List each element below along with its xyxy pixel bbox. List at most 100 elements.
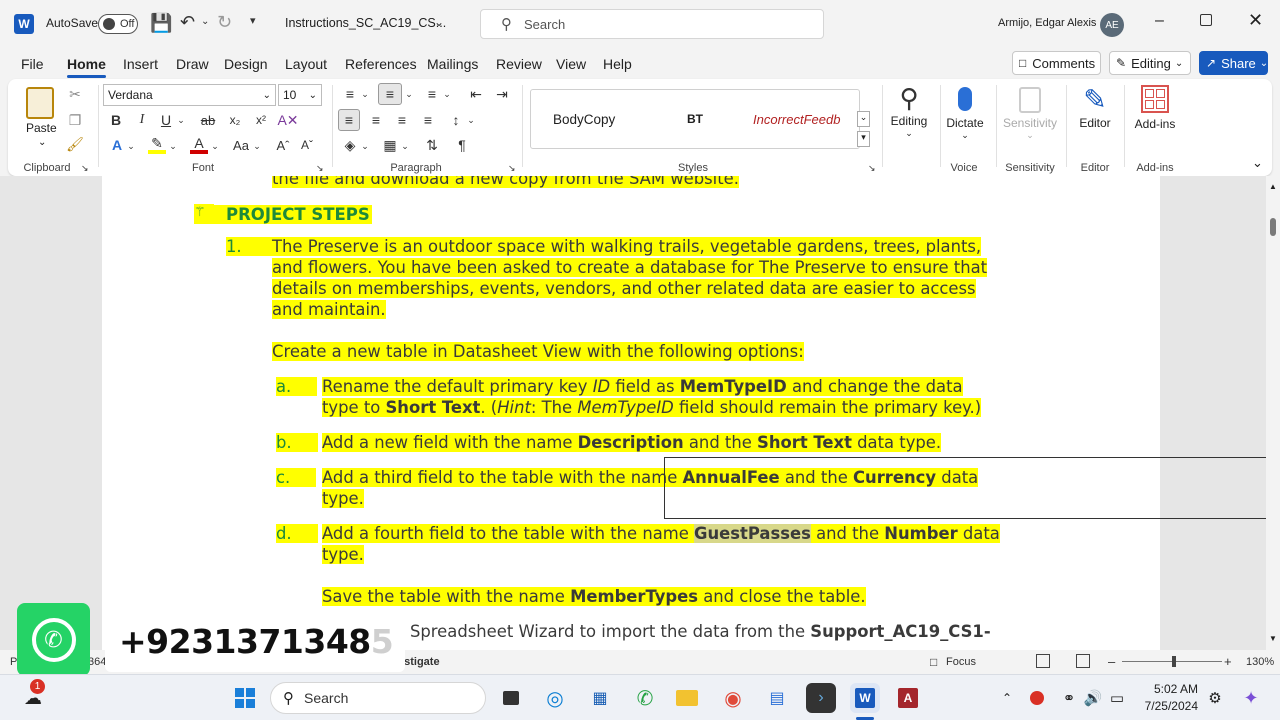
numbering-chevron-down-icon[interactable]: ⌄ — [404, 87, 414, 101]
borders-chevron-down-icon[interactable]: ⌄ — [400, 139, 410, 153]
clock-time[interactable]: 5:02 AM — [1142, 682, 1198, 696]
word-taskbar-icon[interactable]: W — [850, 683, 880, 713]
share-button[interactable]: ↗ Share ⌄ — [1199, 51, 1268, 75]
grow-font-icon[interactable]: Aˆ — [274, 136, 292, 154]
change-case-chevron-down-icon[interactable]: ⌄ — [252, 139, 262, 153]
bullets-icon[interactable]: ≡ — [340, 85, 360, 103]
zoom-level[interactable]: 130% — [1246, 656, 1274, 668]
line-spacing-icon[interactable]: ↕ — [446, 111, 466, 129]
user-name[interactable]: Armijo, Edgar Alexis — [998, 17, 1096, 29]
italic-icon[interactable]: I — [134, 111, 150, 129]
styles-more-icon[interactable]: ▾ — [857, 131, 870, 147]
styles-scroll-down-icon[interactable]: ⌄ — [857, 111, 870, 127]
change-case-icon[interactable]: Aa — [230, 136, 252, 154]
minimize-icon[interactable]: – — [1155, 12, 1164, 30]
sort-icon[interactable]: ⇅ — [422, 136, 442, 154]
focus-label[interactable]: Focus — [946, 656, 976, 668]
shading-icon[interactable]: ◈ — [340, 136, 360, 154]
superscript-icon[interactable]: x² — [252, 111, 270, 129]
paste-icon[interactable] — [26, 87, 54, 119]
web-layout-icon[interactable] — [1076, 654, 1090, 668]
file-explorer-icon[interactable] — [672, 683, 702, 713]
cut-icon[interactable]: ✂ — [66, 85, 84, 103]
shading-chevron-down-icon[interactable]: ⌄ — [360, 139, 370, 153]
font-size-dropdown[interactable]: 10 ⌄ — [278, 84, 322, 106]
record-icon[interactable] — [1022, 683, 1052, 713]
zoom-in-icon[interactable]: + — [1224, 654, 1232, 669]
style-bodycopy[interactable]: BodyCopy — [553, 112, 615, 127]
tab-layout[interactable]: Layout — [285, 56, 327, 72]
battery-icon[interactable]: ▭ — [1102, 683, 1132, 713]
shrink-font-icon[interactable]: Aˇ — [298, 136, 316, 154]
show-formatting-icon[interactable]: ¶ — [452, 136, 472, 154]
tab-review[interactable]: Review — [496, 56, 542, 72]
tab-file[interactable]: File — [21, 56, 44, 72]
focus-icon[interactable]: □ — [930, 655, 937, 669]
tab-home[interactable]: Home — [67, 56, 106, 78]
numbering-icon[interactable]: ≡ — [378, 83, 402, 105]
zoom-out-icon[interactable]: – — [1108, 654, 1115, 669]
borders-icon[interactable]: ▦ — [380, 136, 400, 154]
store-icon[interactable]: ▦ — [585, 683, 615, 713]
font-name-dropdown[interactable]: Verdana ⌄ — [103, 84, 276, 106]
comments-button[interactable]: □ Comments — [1012, 51, 1101, 75]
dictate-button[interactable]: Dictate ⌄ — [942, 83, 988, 141]
underline-icon[interactable]: U — [158, 111, 174, 129]
zoom-slider-thumb[interactable] — [1172, 656, 1176, 667]
undo-icon[interactable]: ↶ — [180, 12, 195, 33]
font-color-icon[interactable]: A — [190, 135, 208, 154]
align-right-icon[interactable]: ≡ — [392, 111, 412, 129]
clock-date[interactable]: 7/25/2024 — [1130, 699, 1198, 713]
tab-mailings[interactable]: Mailings — [427, 56, 478, 72]
customize-qat-icon[interactable]: ▾ — [250, 14, 256, 27]
copilot-icon[interactable]: ✦ — [1236, 683, 1266, 713]
addins-button[interactable]: Add-ins — [1128, 83, 1182, 131]
strikethrough-icon[interactable]: ab — [198, 111, 218, 129]
tab-help[interactable]: Help — [603, 56, 632, 72]
search-box[interactable]: ⚲ Search — [480, 9, 824, 39]
scroll-up-icon[interactable]: ▲ — [1269, 182, 1277, 191]
style-incorrect-feedback[interactable]: IncorrectFeedb — [753, 112, 853, 127]
subscript-icon[interactable]: x₂ — [226, 111, 244, 129]
highlight-icon[interactable]: ✎ — [148, 135, 166, 154]
taskbar-search[interactable]: ⚲ Search — [270, 682, 486, 714]
decrease-indent-icon[interactable]: ⇤ — [466, 85, 486, 103]
scroll-thumb[interactable] — [1270, 218, 1276, 236]
read-mode-icon[interactable] — [1036, 654, 1050, 668]
close-icon[interactable]: ✕ — [1248, 10, 1263, 31]
collapse-ribbon-chevron-down-icon[interactable]: ⌄ — [1252, 155, 1263, 171]
multilevel-chevron-down-icon[interactable]: ⌄ — [442, 87, 452, 101]
align-center-icon[interactable]: ≡ — [366, 111, 386, 129]
autosave-toggle[interactable]: Off — [98, 14, 138, 34]
styles-launcher-icon[interactable]: ↘ — [868, 163, 876, 174]
clipboard-launcher-icon[interactable]: ↘ — [81, 163, 89, 174]
clear-formatting-icon[interactable]: A✕ — [277, 111, 298, 129]
whatsapp-taskbar-icon[interactable]: ✆ — [630, 683, 660, 713]
font-launcher-icon[interactable]: ↘ — [316, 163, 324, 174]
undo-chevron-down-icon[interactable]: ⌄ — [201, 16, 209, 27]
sensitivity-button[interactable]: Sensitivity ⌄ — [1000, 83, 1060, 141]
increase-indent-icon[interactable]: ⇥ — [492, 85, 512, 103]
chrome-icon[interactable]: ◉ — [718, 683, 748, 713]
text-effects-chevron-down-icon[interactable]: ⌄ — [126, 139, 136, 153]
bold-icon[interactable]: B — [108, 111, 124, 129]
document-title[interactable]: Instructions_SC_AC19_CS... — [285, 16, 446, 30]
title-chevron-down-icon[interactable]: ⌄ — [434, 15, 444, 29]
vertical-scrollbar[interactable]: ▲ ▼ — [1266, 176, 1280, 650]
tab-references[interactable]: References — [345, 56, 417, 72]
bullets-chevron-down-icon[interactable]: ⌄ — [360, 87, 370, 101]
tab-insert[interactable]: Insert — [123, 56, 158, 72]
paragraph-launcher-icon[interactable]: ↘ — [508, 163, 516, 174]
terminal-icon[interactable]: › — [806, 683, 836, 713]
access-icon[interactable]: A — [893, 683, 923, 713]
restore-icon[interactable] — [1200, 14, 1212, 26]
line-spacing-chevron-down-icon[interactable]: ⌄ — [466, 113, 476, 127]
justify-icon[interactable]: ≡ — [418, 111, 438, 129]
style-bt[interactable]: BT — [687, 112, 703, 126]
tab-design[interactable]: Design — [224, 56, 268, 72]
font-color-chevron-down-icon[interactable]: ⌄ — [210, 139, 220, 153]
edge-icon[interactable]: ◎ — [540, 683, 570, 713]
paste-label[interactable]: Paste — [26, 121, 57, 135]
align-left-icon[interactable]: ≡ — [338, 109, 360, 131]
tab-draw[interactable]: Draw — [176, 56, 209, 72]
